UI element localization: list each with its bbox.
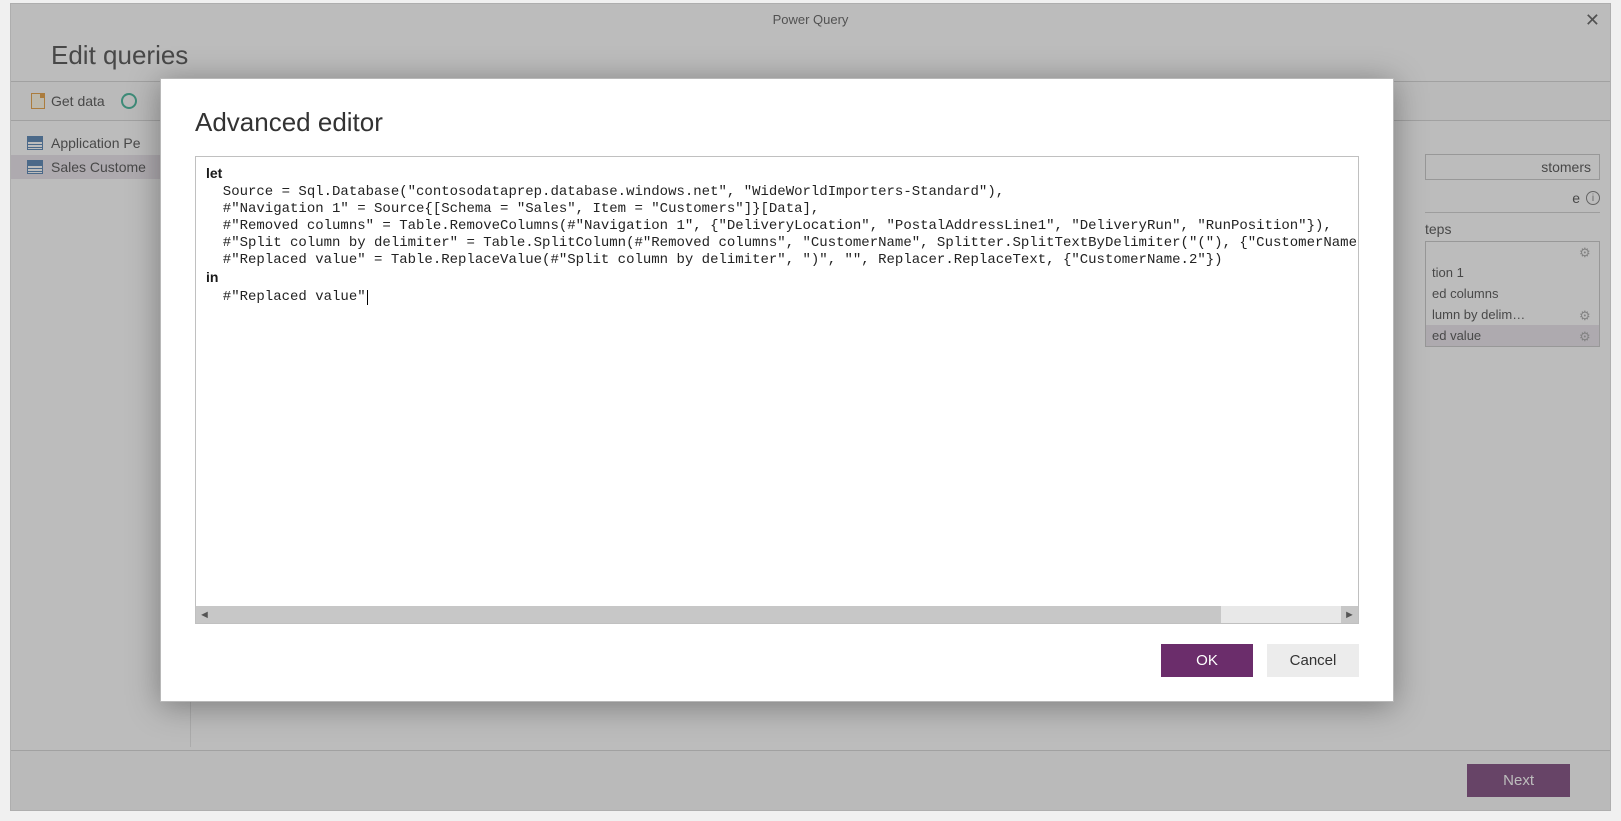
step-label: tion 1 <box>1432 265 1464 280</box>
table-icon <box>27 160 43 174</box>
table-icon <box>27 136 43 150</box>
scroll-thumb[interactable] <box>1221 606 1341 623</box>
dialog-actions: OK Cancel <box>195 644 1359 677</box>
scroll-left-icon[interactable]: ◄ <box>196 606 213 623</box>
code-editor[interactable]: let Source = Sql.Database("contosodatapr… <box>196 157 1358 606</box>
applied-step[interactable]: lumn by delim… ⚙ <box>1426 304 1599 325</box>
applied-step[interactable]: ed value ⚙ <box>1426 325 1599 346</box>
page-title: Edit queries <box>11 34 1610 81</box>
query-name-input[interactable]: stomers <box>1425 154 1600 180</box>
scroll-track[interactable] <box>213 606 1341 623</box>
scroll-right-icon[interactable]: ► <box>1341 606 1358 623</box>
document-icon <box>31 93 45 109</box>
applied-step[interactable]: tion 1 <box>1426 262 1599 283</box>
step-label: ed columns <box>1432 286 1498 301</box>
horizontal-scrollbar[interactable]: ◄ ► <box>196 606 1358 623</box>
applied-steps-list: ⚙ tion 1 ed columns lumn by delim… ⚙ ed … <box>1425 241 1600 347</box>
get-data-label: Get data <box>51 93 105 109</box>
gear-icon[interactable]: ⚙ <box>1579 308 1593 322</box>
entity-label: e i <box>1425 190 1600 206</box>
get-data-button[interactable]: Get data <box>31 93 105 109</box>
step-label: ed value <box>1432 328 1481 343</box>
advanced-editor-dialog: Advanced editor let Source = Sql.Databas… <box>160 78 1394 702</box>
ok-button[interactable]: OK <box>1161 644 1253 677</box>
dialog-title: Advanced editor <box>195 107 1359 138</box>
toolbar-refresh-button[interactable] <box>121 93 137 109</box>
footer: Next <box>11 750 1610 810</box>
title-bar: Power Query ✕ <box>11 4 1610 34</box>
gear-icon[interactable]: ⚙ <box>1579 245 1593 259</box>
applied-step[interactable]: ⚙ <box>1426 242 1599 262</box>
applied-steps-header: teps <box>1425 212 1600 241</box>
refresh-icon <box>121 93 137 109</box>
app-title: Power Query <box>773 12 849 27</box>
cancel-button[interactable]: Cancel <box>1267 644 1359 677</box>
query-label: Application Pe <box>51 135 141 151</box>
code-editor-container: let Source = Sql.Database("contosodatapr… <box>195 156 1359 624</box>
applied-step[interactable]: ed columns <box>1426 283 1599 304</box>
info-icon[interactable]: i <box>1586 191 1600 205</box>
query-settings-pane: stomers e i teps ⚙ tion 1 ed columns lum… <box>1425 154 1600 347</box>
close-icon[interactable]: ✕ <box>1585 10 1600 31</box>
query-label: Sales Custome <box>51 159 146 175</box>
next-button[interactable]: Next <box>1467 764 1570 797</box>
gear-icon[interactable]: ⚙ <box>1579 329 1593 343</box>
step-label: lumn by delim… <box>1432 307 1525 322</box>
